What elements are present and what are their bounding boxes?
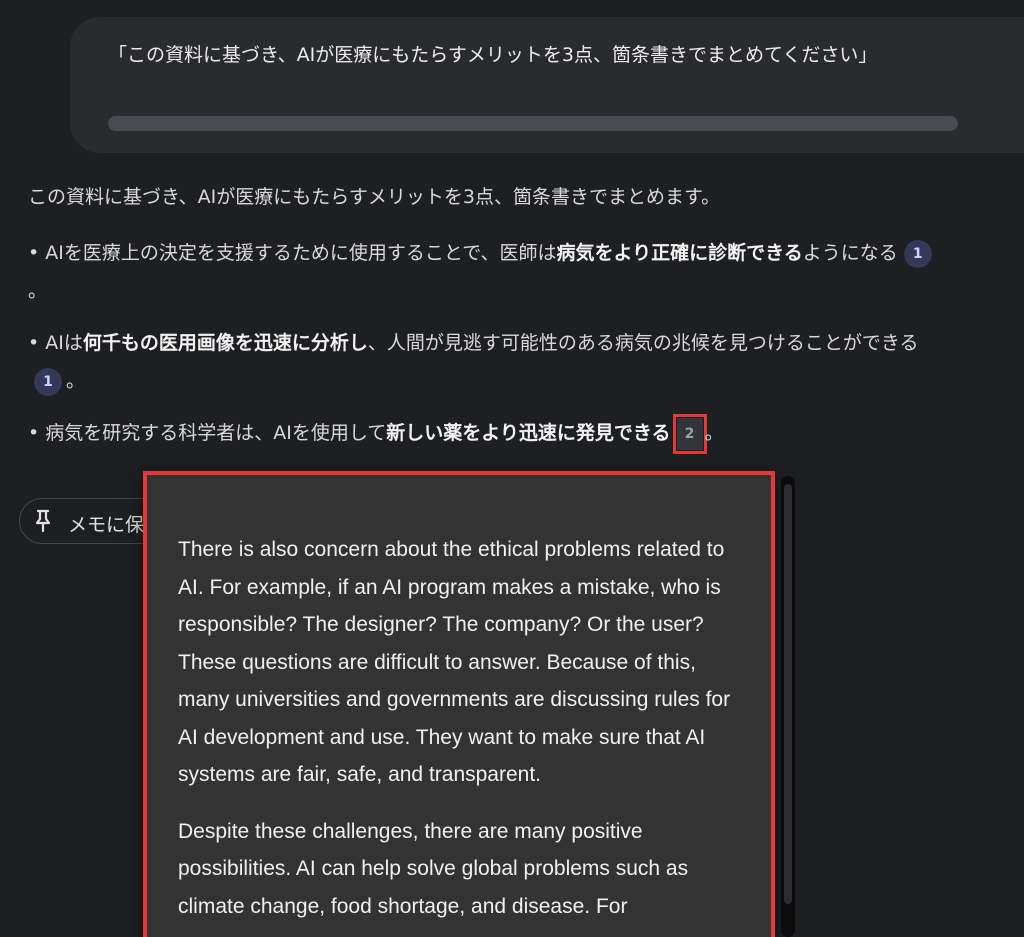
chat-page: 「この資料に基づき、AIが医療にもたらすメリットを3点、箇条書きでまとめてくださ…	[0, 0, 1024, 937]
citation-badge-3-active[interactable]: 2	[672, 413, 707, 454]
citation-badge-1[interactable]: 1	[903, 239, 932, 268]
model-answer: この資料に基づき、AIが医療にもたらすメリットを3点、箇条書きでまとめます。 •…	[28, 178, 940, 466]
source-preview-popup: There is also concern about the ethical …	[143, 471, 775, 937]
popup-scrollbar[interactable]	[781, 476, 795, 937]
save-to-note-label: メモに保	[68, 514, 145, 536]
popup-scrollbar-thumb[interactable]	[784, 484, 792, 904]
answer-bullet-2: • AIは何千もの医用画像を迅速に分析し、人間が見逃す可能性のある病気の兆候を見…	[28, 324, 940, 400]
bullet-3-emphasis: 新しい薬をより迅速に発見できる	[386, 422, 671, 444]
bullet-2-emphasis: 何千もの医用画像を迅速に分析し	[82, 332, 368, 354]
prompt-progress-bar	[108, 116, 958, 131]
source-paragraph-1: There is also concern about the ethical …	[178, 538, 731, 786]
bullet-1-emphasis: 病気をより正確に診断できる	[556, 242, 803, 264]
answer-bullet-3: • 病気を研究する科学者は、AIを使用して新しい薬をより迅速に発見できる 2。	[28, 413, 940, 454]
source-preview-text: There is also concern about the ethical …	[178, 531, 748, 937]
answer-intro: この資料に基づき、AIが医療にもたらすメリットを3点、箇条書きでまとめます。	[28, 186, 721, 208]
answer-bullet-1: • AIを医療上の決定を支援するために使用することで、医師は病気をより正確に診断…	[28, 234, 940, 310]
user-prompt-text: 「この資料に基づき、AIが医療にもたらすメリットを3点、箇条書きでまとめてくださ…	[108, 44, 878, 66]
pin-icon	[35, 509, 51, 533]
citation-badge-2[interactable]: 1	[34, 367, 62, 396]
source-paragraph-2: Despite these challenges, there are many…	[178, 819, 689, 918]
